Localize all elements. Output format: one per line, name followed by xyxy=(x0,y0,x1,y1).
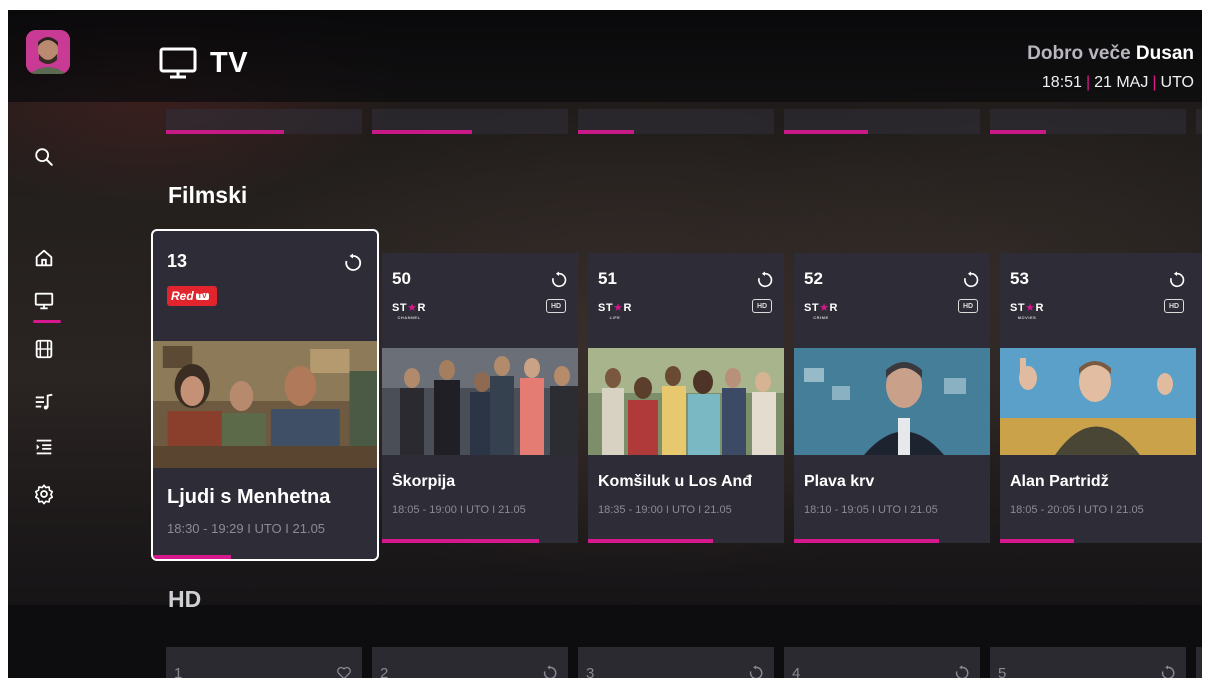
channel-number: 5 xyxy=(998,665,1007,678)
program-time: 18:10 - 19:05 I UTO I 21.05 xyxy=(804,504,938,516)
program-time: 18:35 - 19:00 I UTO I 21.05 xyxy=(598,504,732,516)
replay-icon xyxy=(964,271,979,288)
avatar[interactable] xyxy=(26,30,70,74)
user-name: Dusan xyxy=(1135,43,1194,64)
channel-card-partial[interactable] xyxy=(1196,647,1202,678)
previous-row-card[interactable] xyxy=(990,109,1186,134)
channel-logo-star: ST★R CHANNEL xyxy=(392,302,426,320)
section-title: HD xyxy=(168,586,202,612)
clock-time: 18:51 xyxy=(1041,74,1082,91)
progress-bar xyxy=(578,130,634,134)
program-title: Škorpija xyxy=(392,473,456,490)
replay-icon xyxy=(749,665,763,678)
channel-number: 1 xyxy=(174,665,183,678)
channel-number: 50 xyxy=(392,269,411,288)
tv-header-icon xyxy=(159,47,197,79)
hd-badge: HD xyxy=(546,299,566,313)
program-thumbnail xyxy=(1000,348,1196,455)
page-title: TV xyxy=(210,46,249,79)
film-icon[interactable] xyxy=(32,337,56,361)
program-title: Plava krv xyxy=(804,473,875,490)
replay-icon xyxy=(1161,665,1175,678)
progress-bar xyxy=(166,130,284,134)
channel-logo-star: ST★R LIFE xyxy=(598,302,632,320)
section-title: Filmski xyxy=(168,182,248,208)
previous-row-card[interactable] xyxy=(1196,109,1202,134)
program-title: Ljudi s Menhetna xyxy=(167,486,331,508)
channel-card[interactable]: 3 xyxy=(578,647,774,678)
progress-bar xyxy=(990,130,1046,134)
replay-icon xyxy=(955,665,969,678)
program-thumbnail xyxy=(588,348,784,455)
program-time: 18:05 - 20:05 I UTO I 21.05 xyxy=(1010,504,1144,516)
guide-list-icon[interactable] xyxy=(32,435,56,459)
tv-icon[interactable] xyxy=(32,289,56,313)
greeting-prefix: Dobro veče xyxy=(1027,43,1131,64)
heart-icon xyxy=(337,666,351,678)
channel-number: 52 xyxy=(804,269,823,288)
channel-card[interactable]: 53 HD ST★R MOVIES Alan Partridž 18:05 - 2… xyxy=(1000,253,1196,543)
previous-row-card[interactable] xyxy=(578,109,774,134)
channel-card[interactable]: 52 HD ST★R CRIME Plava krv 18:10 - 19:05 … xyxy=(794,253,990,543)
program-time: 18:30 - 19:29 I UTO I 21.05 xyxy=(167,521,326,536)
replay-icon xyxy=(1170,271,1185,288)
channel-number: 13 xyxy=(167,251,188,271)
channel-number: 4 xyxy=(792,665,801,678)
progress-bar xyxy=(784,130,868,134)
program-time: 18:05 - 19:00 I UTO I 21.05 xyxy=(392,504,526,516)
music-playlist-icon[interactable] xyxy=(32,390,56,414)
progress-bar xyxy=(794,539,940,543)
channel-number: 53 xyxy=(1010,269,1029,288)
channel-logo-red-tv: Red TV xyxy=(167,286,217,306)
channel-card-focused[interactable]: 13 Red TV Ljudi s Menhetna 18:30 - 19:29 … xyxy=(151,229,379,561)
progress-bar xyxy=(588,539,714,543)
channel-number: 51 xyxy=(598,269,617,288)
progress-bar xyxy=(153,555,232,559)
channel-number: 2 xyxy=(380,665,389,678)
tv-app-screen: TV Dobro veče Dusan 18:51 | 21 MAJ | UTO Fil… xyxy=(8,10,1202,678)
page-header: TV xyxy=(158,46,248,80)
channel-card-partial[interactable] xyxy=(1196,253,1202,543)
program-thumbnail xyxy=(382,348,578,455)
program-title: Alan Partridž xyxy=(1010,473,1109,490)
previous-row-card[interactable] xyxy=(166,109,362,134)
channel-card[interactable]: 4 xyxy=(784,647,980,678)
hd-badge: HD xyxy=(958,299,978,313)
replay-icon xyxy=(543,665,557,678)
search-icon[interactable] xyxy=(32,145,56,169)
replay-icon xyxy=(552,271,567,288)
gear-icon[interactable] xyxy=(32,482,56,506)
progress-bar xyxy=(1000,539,1075,543)
clock: 18:51 | 21 MAJ | UTO xyxy=(1041,74,1194,91)
program-thumbnail xyxy=(794,348,990,455)
channel-card[interactable]: 5 xyxy=(990,647,1186,678)
program-thumbnail xyxy=(153,341,377,468)
channel-card[interactable]: 51 HD ST★R LIFE Komšiluk u Los Anđ 18:35 … xyxy=(588,253,784,543)
previous-row-card[interactable] xyxy=(372,109,568,134)
progress-bar xyxy=(372,130,472,134)
clock-date: 21 MAJ xyxy=(1094,74,1149,91)
nav-active-indicator xyxy=(33,320,61,323)
channel-logo-star: ST★R MOVIES xyxy=(1010,302,1044,320)
hd-badge: HD xyxy=(752,299,772,313)
hd-badge: HD xyxy=(1164,299,1184,313)
greeting: Dobro veče Dusan xyxy=(1027,43,1194,65)
channel-number: 3 xyxy=(586,665,595,678)
channel-card[interactable]: 1 xyxy=(166,647,362,678)
channel-card[interactable]: 2 xyxy=(372,647,568,678)
program-title: Komšiluk u Los Anđ xyxy=(598,473,753,490)
home-icon[interactable] xyxy=(32,246,56,270)
channel-card[interactable]: 50 HD ST★R CHANNEL Škorpija 18:05 - 19:00… xyxy=(382,253,578,543)
channel-logo-star: ST★R CRIME xyxy=(804,302,838,320)
progress-bar xyxy=(382,539,539,543)
previous-row-card[interactable] xyxy=(784,109,980,134)
avatar-image xyxy=(26,30,70,74)
clock-weekday: UTO xyxy=(1160,74,1194,91)
replay-icon xyxy=(758,271,773,288)
replay-icon xyxy=(345,253,362,271)
